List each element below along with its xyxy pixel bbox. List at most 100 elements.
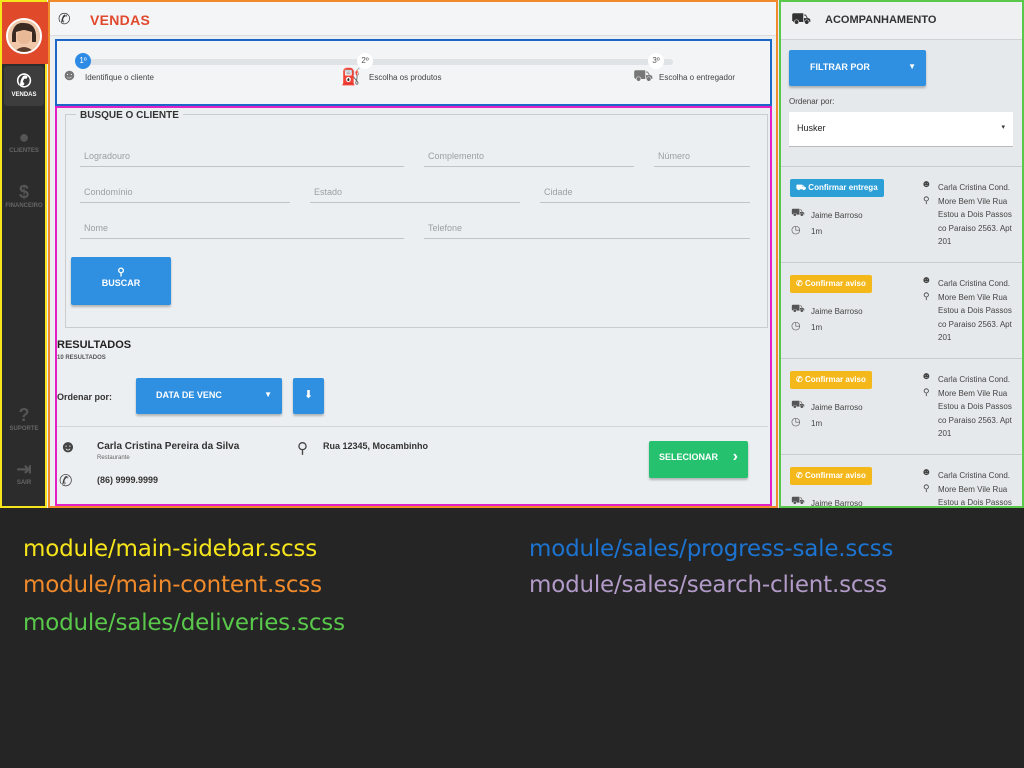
badge-label: Confirmar aviso — [804, 471, 866, 480]
confirm-notice-button[interactable]: ✆ Confirmar aviso — [790, 467, 872, 485]
client-info: Carla Cristina Cond. More Bem Vile Rua E… — [938, 183, 1012, 246]
confirm-delivery-button[interactable]: ⛟ Confirmar entrega — [790, 179, 884, 197]
map-pin-icon: ⚲ — [923, 483, 930, 493]
courier-icon: ⛟ — [791, 495, 805, 507]
deliveries-title: ACOMPANHAMENTO — [825, 14, 937, 26]
courier-name: Jaime Barroso — [811, 403, 863, 412]
courier-icon: ⛟ — [791, 303, 805, 315]
client-address: Rua 12345, Mocambinho — [323, 441, 429, 451]
map-pin-icon: ⚲ — [923, 291, 930, 301]
search-fieldset: BUSQUE O CLIENTE Logradouro Complemento … — [65, 110, 768, 328]
nome-field[interactable]: Nome — [80, 217, 404, 239]
sort-direction-button[interactable]: ⬇ — [293, 378, 324, 414]
deliveries-panel: ⛟ ACOMPANHAMENTO FILTRAR POR ▼ Ordenar p… — [779, 0, 1024, 508]
client-phone: (86) 9999.9999 — [97, 475, 159, 485]
legend-search-file: module/sales/search-client.scss — [529, 572, 887, 598]
phone-icon: ✆ — [796, 375, 805, 384]
courier-name: Jaime Barroso — [811, 211, 863, 220]
legend-deliveries-file: module/sales/deliveries.scss — [23, 610, 345, 636]
question-icon: ? — [18, 405, 30, 425]
phone-icon: ✆ — [796, 279, 805, 288]
user-icon: ☻ — [921, 179, 932, 190]
estado-field[interactable]: Estado — [310, 181, 520, 203]
delivery-card[interactable]: ⛟ Confirmar entrega ⛟ Jaime Barroso ◷ 1m… — [781, 166, 1022, 262]
sidebar-item-label: CLIENTES — [9, 148, 39, 154]
step-3-label: Escolha o entregador — [659, 73, 736, 82]
phone-icon: ✆ — [58, 11, 71, 28]
user-icon: ☻ — [921, 275, 932, 286]
sidebar-item-label: SUPORTE — [9, 426, 39, 432]
sidebar-item-label: FINANCEIRO — [5, 203, 43, 209]
courier-name: Jaime Barroso — [811, 307, 863, 316]
condominio-field[interactable]: Condomínio — [80, 181, 290, 203]
progress-sale: 1º 2º 3º ☻ Identifique o cliente ⛽ Escol… — [55, 39, 772, 106]
products-step-icon: ⛽ — [341, 69, 361, 86]
courier-icon: ⛟ — [791, 207, 805, 219]
confirm-notice-button[interactable]: ✆ Confirmar aviso — [790, 371, 872, 389]
page-title: VENDAS — [90, 12, 151, 28]
elapsed-time: 1m — [811, 227, 823, 236]
legend-sidebar-file: module/main-sidebar.scss — [23, 536, 317, 562]
search-button-label: BUSCAR — [101, 278, 141, 288]
numero-field[interactable]: Número — [654, 145, 750, 167]
telefone-field[interactable]: Telefone — [424, 217, 750, 239]
select-button-label: SELECIONAR — [659, 452, 719, 462]
arrow-down-icon: ⬇ — [303, 389, 314, 401]
search-button[interactable]: ⚲ BUSCAR — [71, 257, 171, 305]
result-row[interactable]: ☻ Carla Cristina Pereira da Silva Restau… — [57, 426, 768, 502]
select-client-button[interactable]: SELECIONAR › — [649, 441, 748, 478]
order-select[interactable]: DATA DE VENC ▼ — [136, 378, 282, 414]
sidebar-item-financeiro[interactable]: $ FINANCEIRO — [4, 177, 44, 217]
badge-label: Confirmar aviso — [804, 279, 866, 288]
user-icon: ☻ — [921, 467, 932, 478]
client-info: Carla Cristina Cond. More Bem Vile Rua E… — [938, 279, 1012, 342]
delivery-card[interactable]: ✆ Confirmar aviso ⛟ Jaime Barroso ◷ 1m ☻… — [781, 358, 1022, 454]
filter-button-label: FILTRAR POR — [810, 62, 870, 72]
filter-button[interactable]: FILTRAR POR ▼ — [789, 50, 926, 86]
deliveries-order-value: Husker — [797, 123, 826, 133]
confirm-notice-button[interactable]: ✆ Confirmar aviso — [790, 275, 872, 293]
delivery-card[interactable]: ✆ Confirmar aviso ⛟ Jaime Barroso ◷ 1m ☻… — [781, 454, 1022, 508]
user-icon: ● — [18, 127, 30, 147]
sidebar-item-vendas[interactable]: ✆ VENDAS — [4, 66, 44, 106]
phone-icon: ✆ — [59, 473, 73, 490]
results-title: RESULTADOS — [57, 339, 132, 351]
user-icon: ☻ — [921, 371, 932, 382]
delivery-card[interactable]: ✆ Confirmar aviso ⛟ Jaime Barroso ◷ 1m ☻… — [781, 262, 1022, 358]
avatar[interactable] — [6, 18, 42, 54]
app-screen: ✆ VENDAS ● CLIENTES $ FINANCEIRO ? SUPOR… — [0, 0, 1024, 508]
search-legend: BUSQUE O CLIENTE — [76, 110, 183, 121]
deliveries-header: ⛟ ACOMPANHAMENTO — [781, 2, 1022, 40]
sidebar-item-suporte[interactable]: ? SUPORTE — [4, 400, 44, 440]
sidebar-item-clientes[interactable]: ● CLIENTES — [4, 122, 44, 162]
search-client: BUSQUE O CLIENTE Logradouro Complemento … — [55, 106, 772, 506]
courier-step-icon: ⛟ — [633, 68, 654, 85]
chevron-right-icon: › — [732, 448, 738, 465]
client-info: Carla Cristina Cond. More Bem Vile Rua E… — [938, 375, 1012, 438]
dollar-icon: $ — [18, 182, 29, 202]
logradouro-field[interactable]: Logradouro — [80, 145, 404, 167]
phone-icon: ✆ — [796, 471, 805, 480]
clock-icon: ◷ — [791, 320, 801, 332]
cidade-field[interactable]: Cidade — [540, 181, 750, 203]
caret-down-icon: ▾ — [1001, 124, 1005, 131]
legend-content-file: module/main-content.scss — [23, 572, 322, 598]
elapsed-time: 1m — [811, 323, 823, 332]
complemento-field[interactable]: Complemento — [424, 145, 634, 167]
delivery-motorcycle-icon: ⛟ — [791, 11, 812, 28]
search-icon: ⚲ — [117, 267, 125, 278]
clock-icon: ◷ — [791, 224, 801, 236]
badge-label: Confirmar entrega — [808, 183, 878, 192]
phone-dollar-icon: ✆ — [16, 71, 32, 91]
deliveries-order-select[interactable]: Husker ▾ — [789, 112, 1013, 147]
badge-label: Confirmar aviso — [804, 375, 866, 384]
step-1-label: Identifique o cliente — [85, 73, 154, 82]
logout-icon: ⇥ — [16, 459, 32, 479]
legend-progress-file: module/sales/progress-sale.scss — [529, 536, 894, 562]
order-select-value: DATA DE VENC — [156, 390, 222, 400]
sidebar-item-sair[interactable]: ⇥ SAIR — [4, 454, 44, 494]
caret-down-icon: ▼ — [908, 62, 916, 71]
truck-icon: ⛟ — [796, 183, 809, 192]
step-2-label: Escolha os produtos — [369, 73, 442, 82]
file-legend: module/main-sidebar.scss module/main-con… — [0, 508, 1024, 768]
